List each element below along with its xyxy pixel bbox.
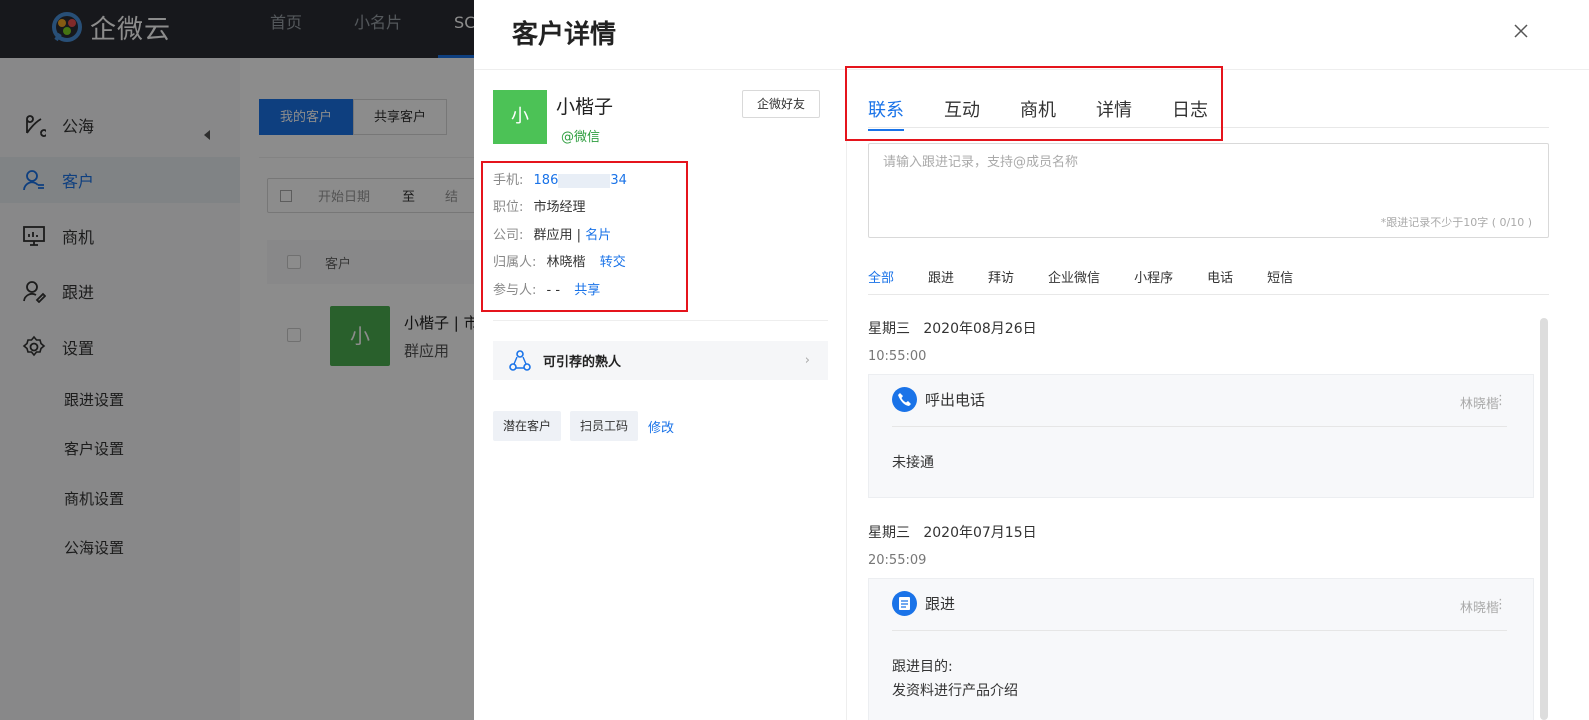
filter-tabs: 全部 跟进 拜访 企业微信 小程序 电话 短信 xyxy=(868,267,1327,295)
card-header: 呼出电话 xyxy=(892,387,985,412)
filter-miniprogram[interactable]: 小程序 xyxy=(1134,267,1173,295)
card-type: 呼出电话 xyxy=(925,391,986,409)
document-icon xyxy=(892,591,917,616)
drawer-title: 客户详情 xyxy=(512,20,617,50)
divider xyxy=(892,426,1507,427)
filter-visit[interactable]: 拜访 xyxy=(988,267,1014,295)
filter-wecom[interactable]: 企业微信 xyxy=(1048,267,1100,295)
timeline-date: 星期三 2020年07月15日 xyxy=(868,525,1037,541)
close-icon[interactable] xyxy=(1510,20,1532,42)
filter-all[interactable]: 全部 xyxy=(868,267,894,295)
customer-detail-drawer: 客户详情 小 小楷子 @微信 企微好友 手机: 186 34 职位: 市场经理 公… xyxy=(474,0,1589,720)
followup-input[interactable]: 请输入跟进记录，支持@成员名称 *跟进记录不少于10字 ( 0/10 ) xyxy=(868,143,1549,238)
card-content: 未接通 xyxy=(892,455,934,471)
more-icon[interactable]: ⋮ xyxy=(1494,597,1507,612)
timeline-card: 跟进 林晓楷 ⋮ 跟进目的: 发资料进行产品介绍 xyxy=(868,578,1534,720)
share-icon xyxy=(509,349,531,371)
highlight-box xyxy=(845,66,1223,141)
divider xyxy=(493,320,828,321)
card-content: 跟进目的: 发资料进行产品介绍 xyxy=(892,655,1018,703)
highlight-box xyxy=(481,161,688,312)
recommend-label: 可引荐的熟人 xyxy=(543,355,622,370)
timeline-card: 呼出电话 林晓楷 ⋮ 未接通 xyxy=(868,374,1534,498)
card-content-line: 跟进目的: xyxy=(892,659,953,675)
char-counter: *跟进记录不少于10字 ( 0/10 ) xyxy=(1380,216,1532,229)
modal-overlay[interactable] xyxy=(0,0,474,720)
phone-icon xyxy=(892,387,917,412)
avatar: 小 xyxy=(493,90,547,144)
divider xyxy=(868,294,1549,295)
customer-name: 小楷子 xyxy=(556,96,614,118)
more-icon[interactable]: ⋮ xyxy=(1494,393,1507,408)
filter-phone[interactable]: 电话 xyxy=(1207,267,1233,295)
card-header: 跟进 xyxy=(892,591,955,616)
timeline-time: 10:55:00 xyxy=(868,349,927,364)
tag-scan-employee-code[interactable]: 扫员工码 xyxy=(570,411,639,441)
chevron-right-icon: › xyxy=(804,353,810,368)
card-content-line: 发资料进行产品介绍 xyxy=(892,683,1018,699)
timeline-date: 星期三 2020年08月26日 xyxy=(868,321,1037,337)
divider xyxy=(892,630,1507,631)
wechat-tag: @微信 xyxy=(561,130,601,145)
filter-sms[interactable]: 短信 xyxy=(1267,267,1293,295)
scrollbar[interactable] xyxy=(1540,318,1548,720)
card-type: 跟进 xyxy=(925,595,956,613)
wecom-friend-button[interactable]: 企微好友 xyxy=(742,90,821,118)
timeline-time: 20:55:09 xyxy=(868,553,927,568)
divider xyxy=(846,70,847,720)
followup-placeholder: 请输入跟进记录，支持@成员名称 xyxy=(883,155,1079,170)
edit-tags-link[interactable]: 修改 xyxy=(648,417,674,436)
tag-potential-customer[interactable]: 潜在客户 xyxy=(493,411,562,441)
recommend-contacts[interactable]: 可引荐的熟人 › xyxy=(493,341,828,380)
filter-followup[interactable]: 跟进 xyxy=(928,267,954,295)
